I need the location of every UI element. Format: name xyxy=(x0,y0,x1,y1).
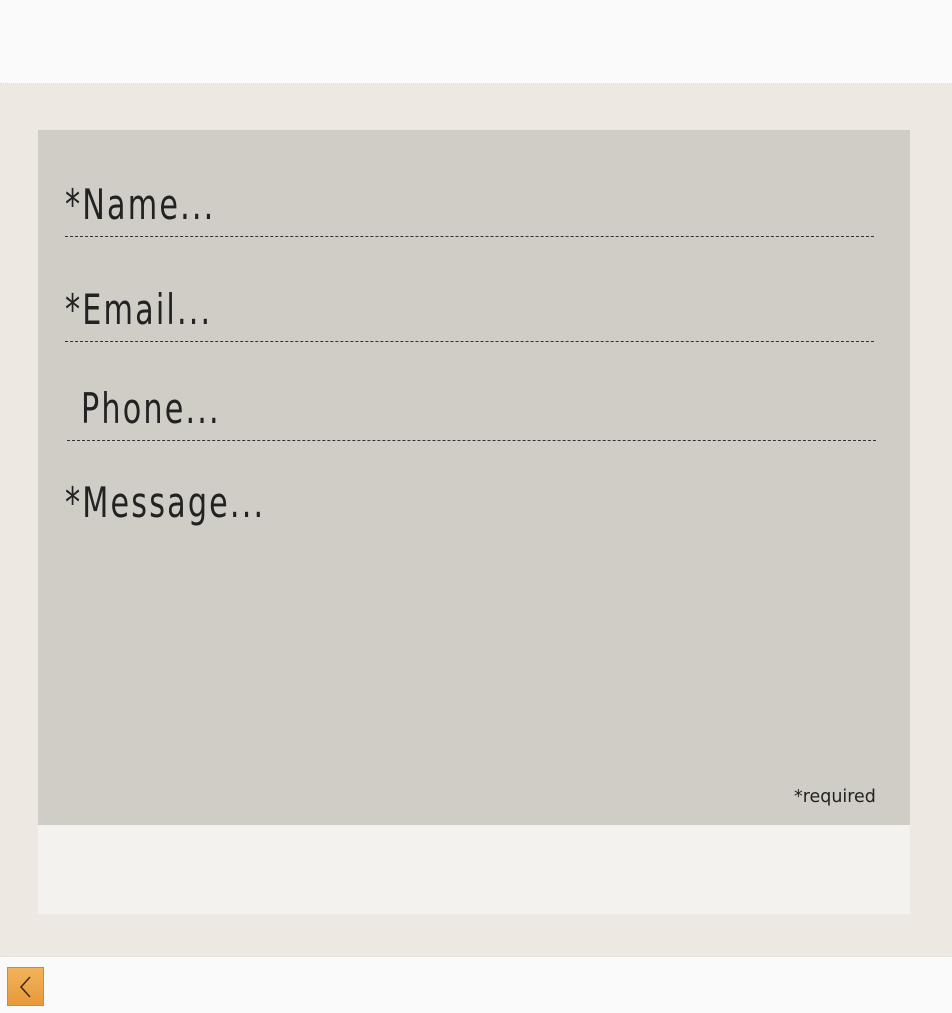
message-field[interactable]: *Message... xyxy=(65,474,874,764)
email-placeholder: *Email... xyxy=(65,285,213,334)
phone-field[interactable]: Phone... xyxy=(67,382,876,441)
name-placeholder: *Name... xyxy=(65,180,216,229)
phone-placeholder: Phone... xyxy=(81,384,221,433)
back-button[interactable] xyxy=(7,967,44,1006)
form-footer xyxy=(38,825,910,914)
email-field[interactable]: *Email... xyxy=(65,283,874,342)
required-note: *required xyxy=(794,786,876,807)
top-bar xyxy=(0,0,952,84)
chevron-left-icon xyxy=(19,976,31,998)
name-field[interactable]: *Name... xyxy=(65,178,874,237)
message-placeholder: *Message... xyxy=(65,478,266,527)
